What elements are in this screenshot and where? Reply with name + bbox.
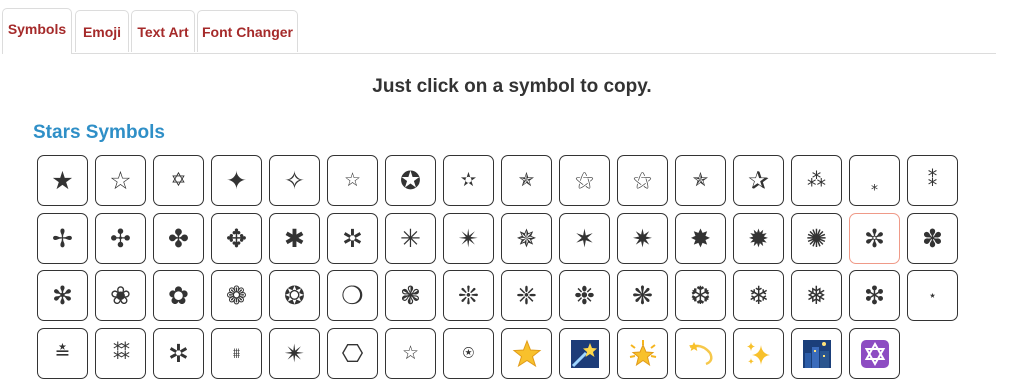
symbol-button[interactable]: ✰ xyxy=(733,155,784,206)
symbol-button[interactable]: ≛ xyxy=(37,328,88,379)
sparkles-emoji-button[interactable]: ✨ xyxy=(733,328,784,379)
dizzy-emoji-button[interactable]: 💫 xyxy=(675,328,726,379)
symbol-grid: ★ ☆ ✡ ✦ ✧ ☆ ✪ ✫ ✯ ⚝ ⚝ ✯ ✰ ⁂ ⁎ ⁑ ✢ ✣ ✤ ✥ … xyxy=(37,155,965,388)
symbol-button[interactable]: ❋ xyxy=(617,270,668,321)
symbol-button[interactable]: ✢ xyxy=(37,213,88,264)
symbol-button[interactable]: ⩩ xyxy=(211,328,262,379)
symbol-button[interactable]: ❃ xyxy=(385,270,436,321)
symbol-button[interactable]: ❈ xyxy=(501,270,552,321)
symbol-button[interactable]: ⎔ xyxy=(327,328,378,379)
symbol-button[interactable]: ✯ xyxy=(675,155,726,206)
symbol-button[interactable]: ☆ xyxy=(327,155,378,206)
tab-bar: Symbols Emoji Text Art Font Changer xyxy=(2,8,996,54)
symbol-button[interactable]: ❄ xyxy=(733,270,784,321)
symbol-button[interactable]: ✫ xyxy=(443,155,494,206)
symbol-button[interactable]: ⍟ xyxy=(443,328,494,379)
tab-symbols[interactable]: Symbols xyxy=(2,8,72,54)
symbol-button[interactable]: ✷ xyxy=(617,213,668,264)
night-city-emoji-button[interactable]: 🌃 xyxy=(791,328,842,379)
symbol-button[interactable]: ✥ xyxy=(211,213,262,264)
symbol-button[interactable]: ✿ xyxy=(153,270,204,321)
tab-font-changer[interactable]: Font Changer xyxy=(197,10,298,52)
star-emoji-button[interactable]: ⭐ xyxy=(501,328,552,379)
symbol-button[interactable]: ☆ xyxy=(95,155,146,206)
symbol-button[interactable]: ✲ xyxy=(153,328,204,379)
star-of-david-emoji-icon xyxy=(860,339,889,368)
symbol-button[interactable]: ❍ xyxy=(327,270,378,321)
star-of-david-emoji-button[interactable]: 🔯 xyxy=(849,328,900,379)
dizzy-emoji-icon xyxy=(688,341,713,365)
symbol-button[interactable]: ❊ xyxy=(443,270,494,321)
symbol-button[interactable]: ☆ xyxy=(385,328,436,379)
symbol-button[interactable]: ✱ xyxy=(269,213,320,264)
symbol-button[interactable]: ❇ xyxy=(849,270,900,321)
symbol-button[interactable]: ✺ xyxy=(791,213,842,264)
symbol-button[interactable]: ✴ xyxy=(269,328,320,379)
section-title: Stars Symbols xyxy=(33,122,165,143)
symbol-button[interactable]: ✽ xyxy=(907,213,958,264)
symbol-button[interactable]: ✦ xyxy=(211,155,262,206)
symbol-button[interactable]: ✪ xyxy=(385,155,436,206)
symbol-button[interactable]: ❀ xyxy=(95,270,146,321)
symbol-button[interactable]: ★ xyxy=(37,155,88,206)
symbol-button[interactable]: ✧ xyxy=(269,155,320,206)
shooting-star-emoji-icon xyxy=(570,339,599,368)
symbol-button[interactable]: ❂ xyxy=(269,270,320,321)
symbol-button[interactable]: ✵ xyxy=(501,213,552,264)
symbol-button[interactable]: ✤ xyxy=(153,213,204,264)
symbol-button[interactable]: ❆ xyxy=(675,270,726,321)
symbol-button[interactable]: ⁂ xyxy=(791,155,842,206)
symbol-button[interactable]: ✴ xyxy=(443,213,494,264)
glowing-star-emoji-icon xyxy=(629,339,656,366)
symbol-button[interactable]: ⋆ xyxy=(907,270,958,321)
symbol-button[interactable]: ⚝ xyxy=(559,155,610,206)
star-emoji-icon xyxy=(512,339,541,367)
symbol-button[interactable]: ✣ xyxy=(95,213,146,264)
tab-emoji[interactable]: Emoji xyxy=(75,10,129,52)
symbol-button[interactable]: ✡ xyxy=(153,155,204,206)
symbol-button[interactable]: ❉ xyxy=(559,270,610,321)
symbol-button[interactable]: ✲ xyxy=(327,213,378,264)
symbol-button[interactable]: ⁎ xyxy=(849,155,900,206)
symbol-button[interactable]: ⁑⁑ xyxy=(95,328,146,379)
symbol-button[interactable]: ✸ xyxy=(675,213,726,264)
sparkles-emoji-icon xyxy=(746,341,770,365)
symbol-button[interactable]: ✹ xyxy=(733,213,784,264)
tab-text-art[interactable]: Text Art xyxy=(131,10,195,52)
symbol-button[interactable]: ✶ xyxy=(559,213,610,264)
symbol-button[interactable]: ⚝ xyxy=(617,155,668,206)
symbol-button[interactable]: ✻ xyxy=(37,270,88,321)
symbol-button[interactable]: ❁ xyxy=(211,270,262,321)
symbol-button[interactable]: ❅ xyxy=(791,270,842,321)
symbol-button[interactable]: ✳ xyxy=(385,213,436,264)
symbol-button-selected[interactable]: ✼ xyxy=(849,213,900,264)
night-city-emoji-icon xyxy=(802,339,831,368)
symbol-button[interactable]: ⁑ xyxy=(907,155,958,206)
glowing-star-emoji-button[interactable]: 🌟 xyxy=(617,328,668,379)
symbol-button[interactable]: ✯ xyxy=(501,155,552,206)
shooting-star-emoji-button[interactable]: 🌠 xyxy=(559,328,610,379)
page-subtitle: Just click on a symbol to copy. xyxy=(372,76,652,97)
